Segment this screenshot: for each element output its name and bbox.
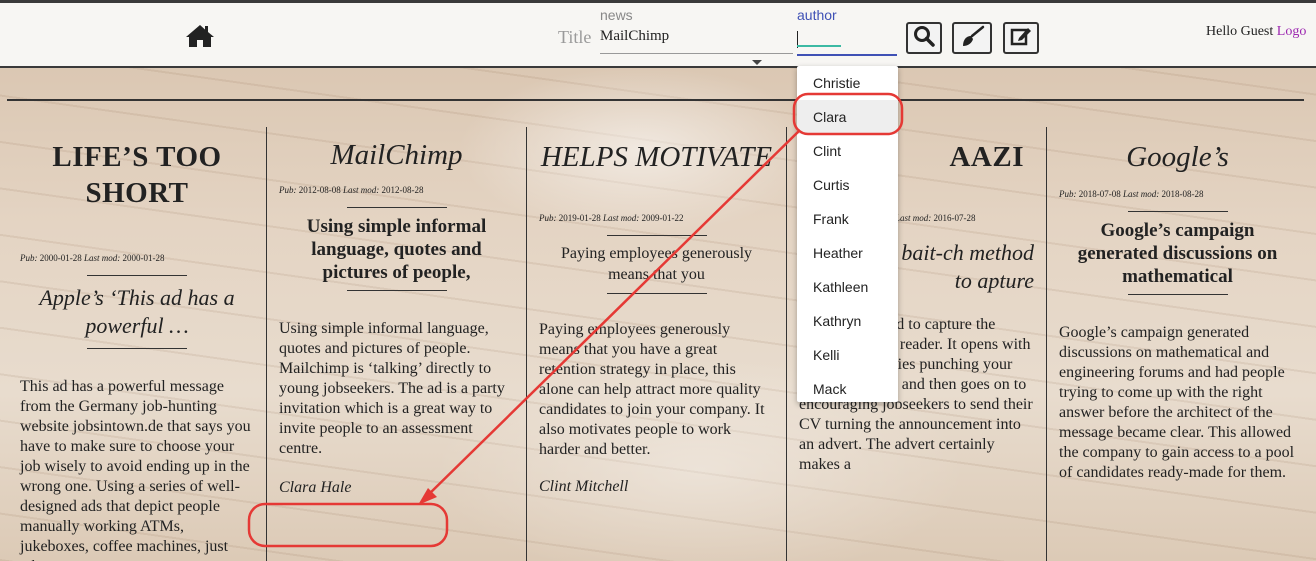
article-headline[interactable]: Google’s bbox=[1059, 139, 1296, 175]
author-option[interactable]: Kelli bbox=[797, 338, 898, 372]
article-byline: Clara Hale bbox=[279, 479, 352, 496]
top-bar: Title news MailChimp author Hello Guest … bbox=[0, 0, 1316, 68]
author-option[interactable]: Mack bbox=[797, 372, 898, 402]
paper-top-rule bbox=[7, 99, 1304, 101]
article-column: Google’s Pub: 2018-07-08 Last mod: 2018-… bbox=[1046, 127, 1308, 561]
divider bbox=[606, 235, 707, 236]
author-input[interactable] bbox=[797, 26, 897, 52]
clear-button[interactable] bbox=[952, 22, 992, 54]
divider bbox=[346, 290, 447, 291]
news-select[interactable]: news MailChimp bbox=[600, 6, 793, 68]
article-body: This ad has a powerful message from the … bbox=[20, 378, 251, 561]
author-dropdown[interactable]: Christie Clara Clint Curtis Frank Heathe… bbox=[797, 66, 898, 402]
article-column: HELPS MOTIVATE Pub: 2019-01-28 Last mod:… bbox=[526, 127, 786, 561]
article-subhead: Using simple informal language, quotes a… bbox=[306, 216, 487, 283]
search-icon bbox=[913, 25, 935, 52]
article-subhead: Paying employees generously means that y… bbox=[560, 245, 753, 283]
author-option[interactable]: Heather bbox=[797, 236, 898, 270]
article-headline[interactable]: HELPS MOTIVATE bbox=[539, 139, 774, 175]
article-dates: Pub: 2000-01-28 Last mod: 2000-01-28 bbox=[20, 253, 165, 263]
article-dates: Pub: 2012-08-08 Last mod: 2012-08-28 bbox=[279, 185, 424, 195]
home-icon[interactable] bbox=[185, 23, 215, 49]
news-selected-value[interactable]: MailChimp bbox=[600, 28, 669, 45]
article-headline[interactable]: MailChimp bbox=[279, 137, 514, 173]
divider bbox=[606, 293, 707, 294]
article-dates: Pub: 2019-01-28 Last mod: 2009-01-22 bbox=[539, 213, 684, 223]
divider bbox=[346, 207, 447, 208]
logout-link[interactable]: Logo bbox=[1277, 24, 1307, 39]
author-option[interactable]: Christie bbox=[797, 66, 898, 100]
author-underline bbox=[797, 54, 897, 56]
article-dates: Pub: 2018-07-08 Last mod: 2018-08-28 bbox=[1059, 189, 1204, 199]
author-option[interactable]: Kathryn bbox=[797, 304, 898, 338]
author-option[interactable]: Curtis bbox=[797, 168, 898, 202]
title-label: Title bbox=[558, 27, 592, 47]
article-column: LIFE’S TOO SHORT Pub: 2000-01-28 Last mo… bbox=[8, 127, 266, 561]
divider bbox=[87, 275, 187, 276]
author-option-highlighted[interactable]: Clara bbox=[797, 100, 898, 134]
author-option[interactable]: Clint bbox=[797, 134, 898, 168]
divider bbox=[1127, 211, 1228, 212]
author-option[interactable]: Kathleen bbox=[797, 270, 898, 304]
article-body: Google’s campaign generated discussions … bbox=[1059, 324, 1295, 481]
article-body: Using simple informal language, quotes a… bbox=[279, 320, 505, 457]
article-headline[interactable]: LIFE’S TOO SHORT bbox=[20, 139, 254, 211]
search-button[interactable] bbox=[906, 22, 942, 54]
edit-button[interactable] bbox=[1003, 22, 1039, 54]
article-byline: Clint Mitchell bbox=[539, 478, 629, 495]
brush-icon bbox=[959, 25, 985, 52]
divider bbox=[87, 348, 187, 349]
edit-icon bbox=[1010, 25, 1032, 52]
news-label: news bbox=[600, 7, 633, 23]
author-option[interactable]: Frank bbox=[797, 202, 898, 236]
article-body: Paying employees generously means that y… bbox=[539, 321, 765, 458]
divider bbox=[1127, 294, 1228, 295]
author-field[interactable]: author bbox=[797, 6, 897, 56]
author-label: author bbox=[797, 7, 837, 23]
article-column: MailChimp Pub: 2012-08-08 Last mod: 2012… bbox=[266, 127, 526, 561]
user-greeting: Hello Guest Logo bbox=[1206, 24, 1306, 40]
caret-down-icon[interactable] bbox=[752, 60, 762, 65]
author-input-accent bbox=[797, 45, 841, 47]
news-underline bbox=[600, 53, 793, 54]
article-subhead: Apple’s ‘This ad has a powerful … bbox=[39, 285, 235, 338]
article-subhead: Google’s campaign generated discussions … bbox=[1077, 220, 1278, 287]
greeting-text: Hello Guest bbox=[1206, 24, 1274, 39]
